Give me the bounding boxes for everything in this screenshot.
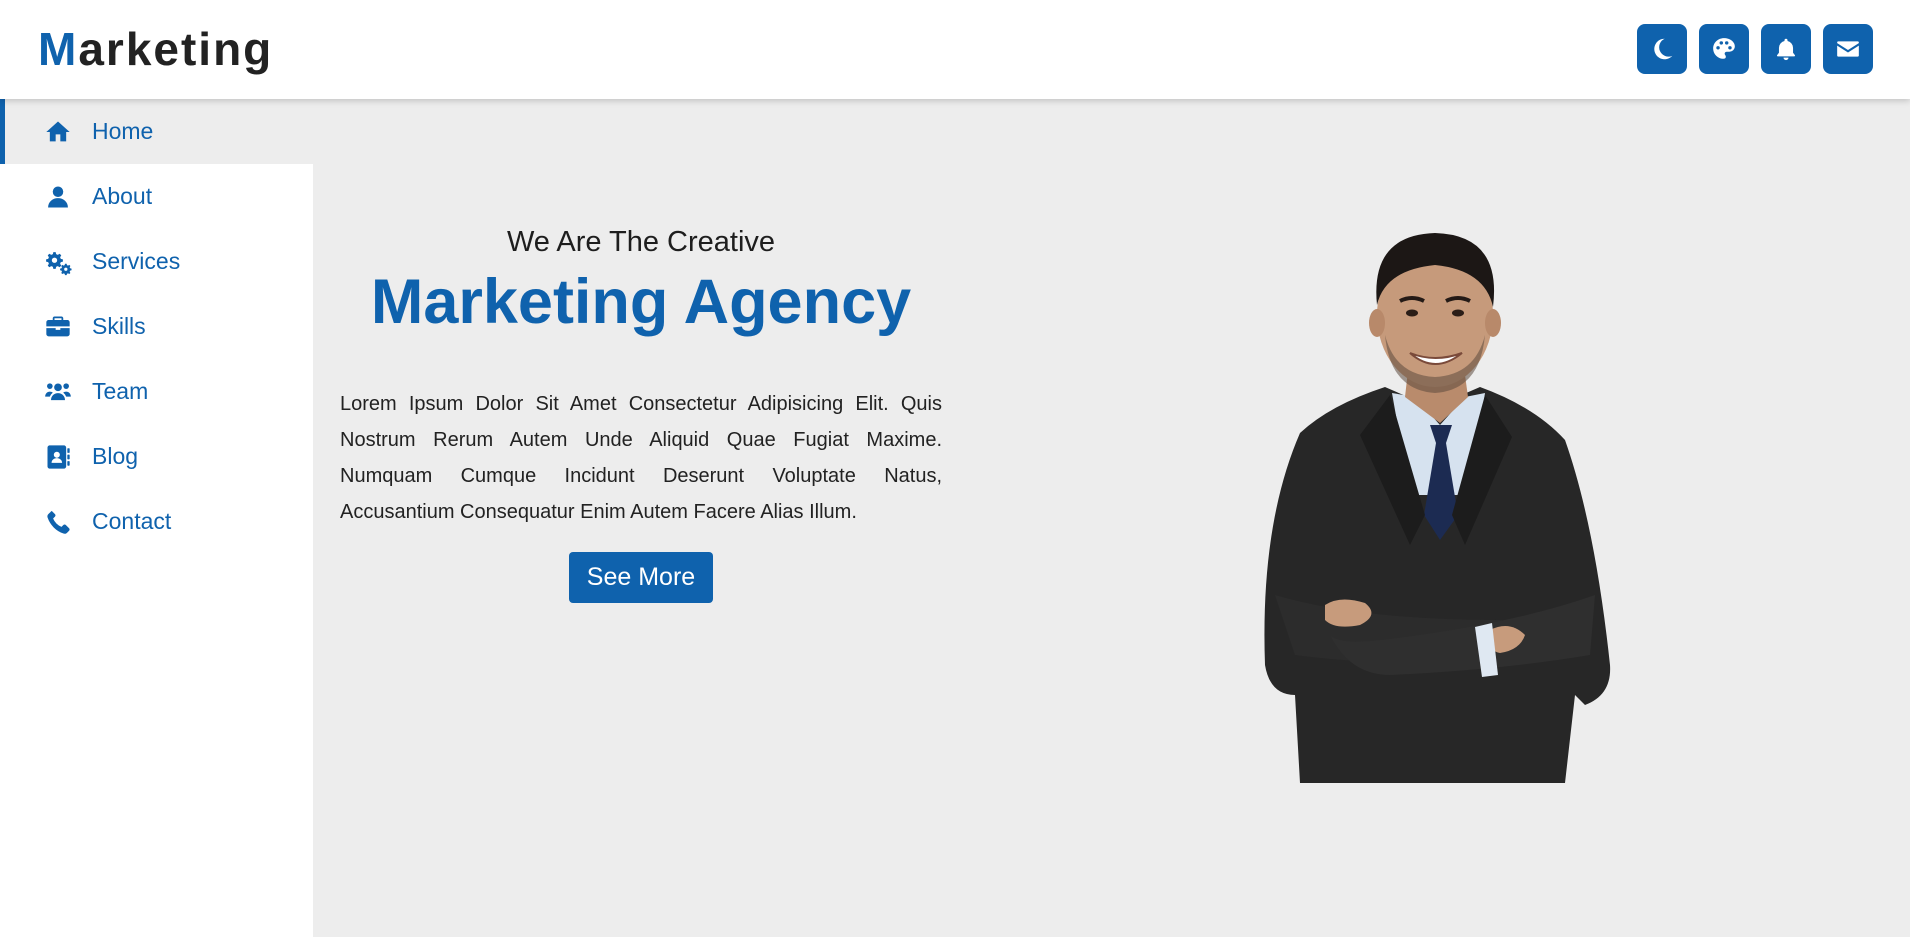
top-bar: Marketing	[0, 0, 1910, 99]
sidebar-item-services[interactable]: Services	[0, 229, 313, 294]
messages-button[interactable]	[1823, 24, 1873, 74]
sidebar-item-label: Contact	[92, 508, 172, 534]
hero-content: We Are The Creative Marketing Agency Lor…	[340, 222, 942, 603]
sidebar-item-contact[interactable]: Contact	[0, 489, 313, 554]
header-actions	[1637, 24, 1873, 74]
logo[interactable]: Marketing	[38, 22, 273, 76]
address-book-icon	[47, 444, 70, 469]
dark-mode-button[interactable]	[1637, 24, 1687, 74]
sidebar-item-label: Skills	[92, 313, 146, 339]
sidebar-item-label: About	[92, 183, 153, 209]
sidebar-item-label: Team	[92, 378, 149, 404]
envelope-icon	[1837, 41, 1859, 57]
sidebar-item-label: Services	[92, 248, 181, 274]
palette-icon	[1713, 38, 1735, 59]
briefcase-icon	[46, 316, 70, 336]
sidebar-item-blog[interactable]: Blog	[0, 424, 313, 489]
sidebar-item-about[interactable]: About	[0, 164, 313, 229]
phone-icon	[47, 510, 70, 534]
sidebar-item-skills[interactable]: Skills	[0, 294, 313, 359]
sidebar-item-label: Blog	[92, 443, 139, 469]
hero-headline: Marketing Agency	[370, 267, 912, 337]
theme-color-button[interactable]	[1699, 24, 1749, 74]
sidebar-item-label: Home	[92, 118, 154, 144]
gears-icon	[46, 251, 72, 275]
moon-icon	[1654, 38, 1673, 60]
bell-icon	[1776, 38, 1796, 61]
user-icon	[48, 186, 68, 207]
notifications-button[interactable]	[1761, 24, 1811, 74]
sidebar-item-team[interactable]: Team	[0, 359, 313, 424]
users-icon	[45, 382, 71, 400]
home-icon	[46, 121, 70, 141]
sidebar-item-home[interactable]: Home	[0, 99, 313, 164]
hero-kicker: We Are The Creative	[506, 226, 776, 258]
logo-initial: M	[38, 23, 79, 75]
logo-text: arketing	[78, 23, 274, 75]
see-more-button[interactable]: See More	[568, 552, 714, 603]
businessman-photo	[1240, 225, 1625, 783]
hero-description: Lorem Ipsum Dolor Sit Amet Consectetur A…	[340, 393, 942, 523]
sidebar: Home About Services Skills Team Blog Con…	[0, 99, 313, 937]
